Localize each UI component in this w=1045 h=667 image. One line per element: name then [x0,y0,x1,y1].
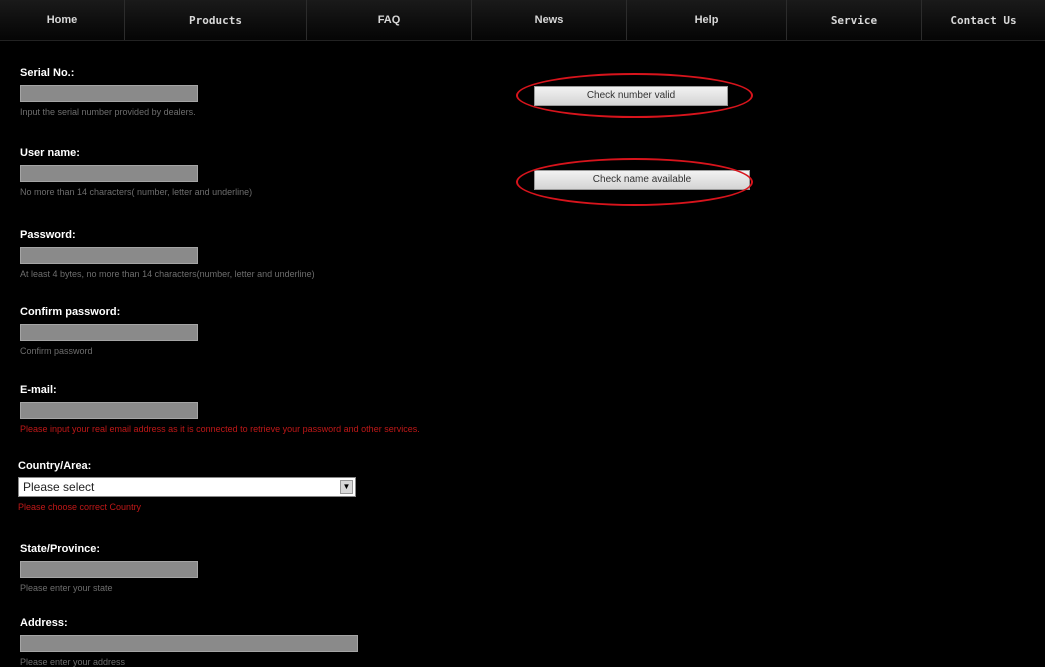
username-label: User name: [20,147,80,159]
state-hint: Please enter your state [20,583,113,593]
email-label: E-mail: [20,384,57,396]
username-input[interactable] [20,165,198,182]
address-field: Address: Please enter your address [20,616,358,667]
confirm-password-input[interactable] [20,324,198,341]
serial-number-input[interactable] [20,85,198,102]
state-label: State/Province: [20,543,101,555]
top-navigation: Home Products FAQ News Help Service Cont… [0,0,1045,41]
username-hint: No more than 14 characters( number, lett… [20,187,253,197]
state-field: State/Province: Please enter your state [20,542,198,593]
country-hint: Please choose correct Country [18,502,142,512]
address-hint: Please enter your address [20,657,126,667]
nav-home[interactable]: Home [0,0,125,40]
serial-number-label: Serial No.: [20,67,75,79]
email-field: E-mail: Please input your real email add… [20,383,420,434]
address-input[interactable] [20,635,358,652]
nav-products[interactable]: Products [125,0,307,40]
serial-number-field: Serial No.: Input the serial number prov… [20,66,198,117]
nav-faq[interactable]: FAQ [307,0,472,40]
address-label: Address: [20,617,68,629]
check-number-valid-button[interactable]: Check number valid [534,86,728,106]
password-input[interactable] [20,247,198,264]
country-select-value: Please select [23,480,95,494]
email-hint: Please input your real email address as … [20,424,420,434]
nav-help[interactable]: Help [627,0,787,40]
confirm-password-hint: Confirm password [20,346,93,356]
password-field: Password: At least 4 bytes, no more than… [20,228,315,279]
country-field: Country/Area: Please select ▼ Please cho… [18,459,356,512]
check-name-available-button[interactable]: Check name available [534,170,750,190]
password-hint: At least 4 bytes, no more than 14 charac… [20,269,315,279]
confirm-password-field: Confirm password: Confirm password [20,305,198,356]
nav-contact-us[interactable]: Contact Us [922,0,1045,40]
password-label: Password: [20,229,76,241]
country-label: Country/Area: [18,460,92,472]
chevron-down-icon[interactable]: ▼ [340,480,353,494]
email-input[interactable] [20,402,198,419]
nav-news[interactable]: News [472,0,627,40]
nav-service[interactable]: Service [787,0,922,40]
confirm-password-label: Confirm password: [20,306,121,318]
username-field: User name: No more than 14 characters( n… [20,146,252,197]
state-input[interactable] [20,561,198,578]
country-select[interactable]: Please select ▼ [18,477,356,497]
serial-number-hint: Input the serial number provided by deal… [20,107,196,117]
